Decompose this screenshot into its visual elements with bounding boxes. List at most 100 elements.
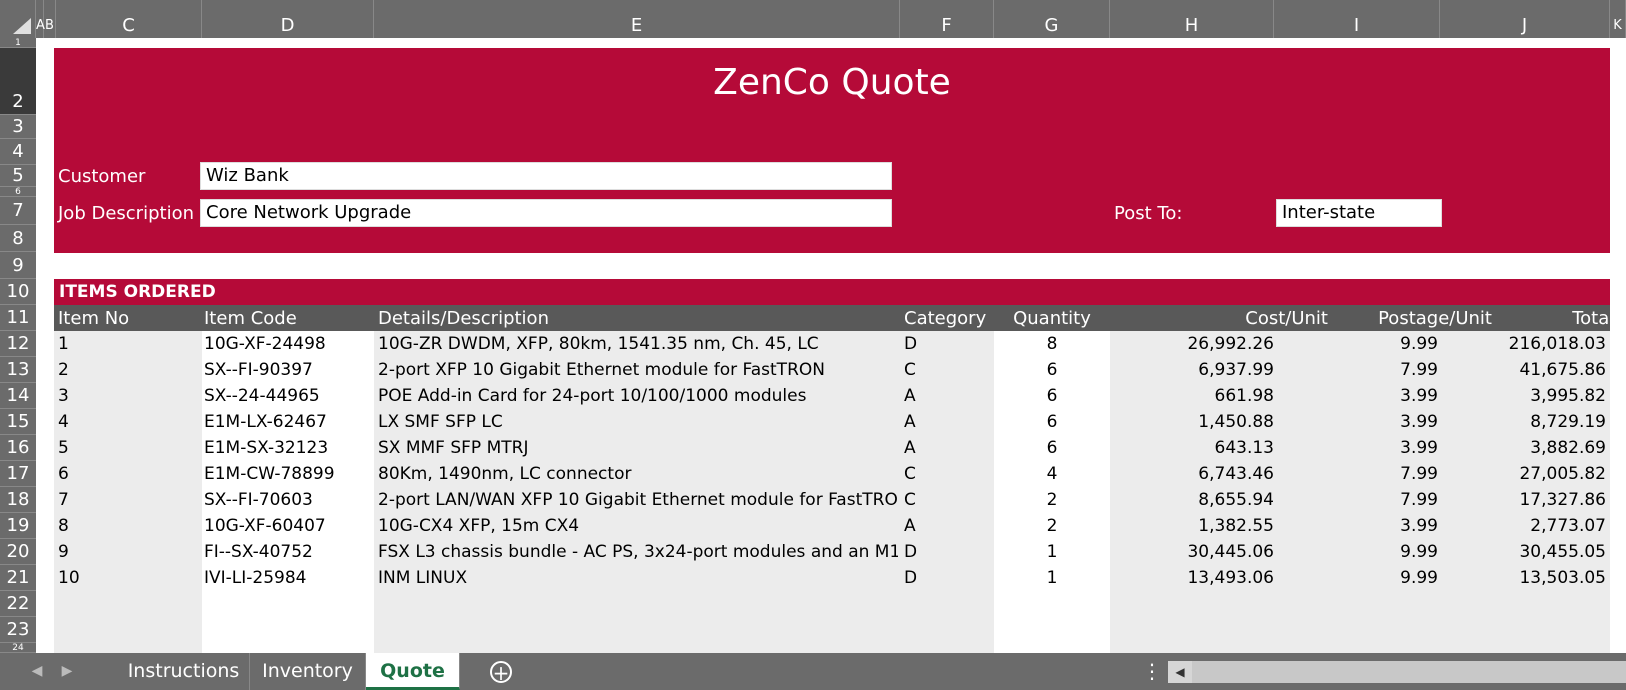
item-category[interactable]: A — [904, 513, 992, 539]
item-description[interactable]: 2-port XFP 10 Gigabit Ethernet module fo… — [378, 357, 898, 383]
item-quantity[interactable]: 6 — [994, 357, 1110, 383]
item-description[interactable]: LX SMF SFP LC — [378, 409, 898, 435]
item-code[interactable]: 10G-XF-24498 — [204, 331, 370, 357]
item-code[interactable]: E1M-LX-62467 — [204, 409, 370, 435]
item-total-cost[interactable]: 3,995.82 — [1440, 383, 1606, 409]
item-total-cost[interactable]: 13,503.05 — [1440, 565, 1606, 591]
column-header-h[interactable]: H — [1110, 0, 1274, 38]
row-header-19[interactable]: 19 — [0, 513, 36, 539]
item-cost-unit[interactable]: 661.98 — [1110, 383, 1274, 409]
item-no[interactable]: 8 — [58, 513, 198, 539]
row-header-10[interactable]: 10 — [0, 279, 36, 305]
row-header-5[interactable]: 5 — [0, 165, 36, 187]
item-category[interactable]: C — [904, 487, 992, 513]
item-postage-unit[interactable]: 9.99 — [1276, 565, 1438, 591]
item-total-cost[interactable]: 30,455.05 — [1440, 539, 1606, 565]
tab-instructions[interactable]: Instructions — [118, 653, 250, 690]
item-no[interactable]: 7 — [58, 487, 198, 513]
item-category[interactable]: D — [904, 331, 992, 357]
item-quantity[interactable]: 6 — [994, 409, 1110, 435]
item-cost-unit[interactable]: 1,450.88 — [1110, 409, 1274, 435]
column-header-g[interactable]: G — [994, 0, 1110, 38]
column-header-j[interactable]: J — [1440, 0, 1610, 38]
item-description[interactable]: 10G-ZR DWDM, XFP, 80km, 1541.35 nm, Ch. … — [378, 331, 898, 357]
item-cost-unit[interactable]: 643.13 — [1110, 435, 1274, 461]
column-header-a[interactable]: A — [36, 0, 45, 38]
item-code[interactable]: SX--FI-70603 — [204, 487, 370, 513]
item-quantity[interactable]: 4 — [994, 461, 1110, 487]
item-no[interactable]: 2 — [58, 357, 198, 383]
item-total-cost[interactable]: 27,005.82 — [1440, 461, 1606, 487]
prev-sheet-icon[interactable]: ◀ — [22, 653, 52, 690]
scroll-left-icon[interactable]: ◀ — [1168, 661, 1192, 683]
column-header-c[interactable]: C — [56, 0, 202, 38]
item-no[interactable]: 6 — [58, 461, 198, 487]
item-cost-unit[interactable]: 8,655.94 — [1110, 487, 1274, 513]
item-no[interactable]: 10 — [58, 565, 198, 591]
column-header-i[interactable]: I — [1274, 0, 1440, 38]
item-postage-unit[interactable]: 3.99 — [1276, 435, 1438, 461]
row-header-7[interactable]: 7 — [0, 197, 36, 225]
item-no[interactable]: 5 — [58, 435, 198, 461]
item-postage-unit[interactable]: 3.99 — [1276, 383, 1438, 409]
item-total-cost[interactable]: 2,773.07 — [1440, 513, 1606, 539]
tab-inventory[interactable]: Inventory — [250, 653, 366, 690]
item-code[interactable]: E1M-CW-78899 — [204, 461, 370, 487]
item-no[interactable]: 1 — [58, 331, 198, 357]
item-total-cost[interactable]: 8,729.19 — [1440, 409, 1606, 435]
item-postage-unit[interactable]: 9.99 — [1276, 331, 1438, 357]
add-sheet-icon[interactable]: + — [490, 661, 512, 683]
column-header-b[interactable]: B — [44, 0, 56, 38]
item-quantity[interactable]: 6 — [994, 383, 1110, 409]
item-category[interactable]: D — [904, 565, 992, 591]
row-header-6[interactable]: 6 — [0, 187, 36, 197]
row-header-22[interactable]: 22 — [0, 591, 36, 617]
item-description[interactable]: 2-port LAN/WAN XFP 10 Gigabit Ethernet m… — [378, 487, 898, 513]
item-cost-unit[interactable]: 26,992.26 — [1110, 331, 1274, 357]
item-description[interactable]: 80Km, 1490nm, LC connector — [378, 461, 898, 487]
item-cost-unit[interactable]: 6,743.46 — [1110, 461, 1274, 487]
item-description[interactable]: 10G-CX4 XFP, 15m CX4 — [378, 513, 898, 539]
item-category[interactable]: D — [904, 539, 992, 565]
item-no[interactable]: 4 — [58, 409, 198, 435]
row-header-24[interactable]: 24 — [0, 643, 36, 653]
item-quantity[interactable]: 1 — [994, 565, 1110, 591]
item-cost-unit[interactable]: 6,937.99 — [1110, 357, 1274, 383]
item-cost-unit[interactable]: 30,445.06 — [1110, 539, 1274, 565]
item-no[interactable]: 9 — [58, 539, 198, 565]
row-header-3[interactable]: 3 — [0, 115, 36, 139]
item-category[interactable]: C — [904, 357, 992, 383]
item-no[interactable]: 3 — [58, 383, 198, 409]
row-header-12[interactable]: 12 — [0, 331, 36, 357]
item-quantity[interactable]: 1 — [994, 539, 1110, 565]
item-total-cost[interactable]: 216,018.03 — [1440, 331, 1606, 357]
item-category[interactable]: A — [904, 383, 992, 409]
row-header-20[interactable]: 20 — [0, 539, 36, 565]
column-header-d[interactable]: D — [202, 0, 374, 38]
column-header-e[interactable]: E — [374, 0, 900, 38]
row-header-16[interactable]: 16 — [0, 435, 36, 461]
row-header-4[interactable]: 4 — [0, 139, 36, 165]
row-header-21[interactable]: 21 — [0, 565, 36, 591]
item-postage-unit[interactable]: 7.99 — [1276, 357, 1438, 383]
row-header-23[interactable]: 23 — [0, 617, 36, 643]
item-code[interactable]: FI--SX-40752 — [204, 539, 370, 565]
item-code[interactable]: E1M-SX-32123 — [204, 435, 370, 461]
row-header-11[interactable]: 11 — [0, 305, 36, 331]
item-total-cost[interactable]: 41,675.86 — [1440, 357, 1606, 383]
customer-field[interactable]: Wiz Bank — [200, 162, 892, 190]
item-postage-unit[interactable]: 3.99 — [1276, 409, 1438, 435]
row-header-14[interactable]: 14 — [0, 383, 36, 409]
item-description[interactable]: SX MMF SFP MTRJ — [378, 435, 898, 461]
item-postage-unit[interactable]: 3.99 — [1276, 513, 1438, 539]
row-header-9[interactable]: 9 — [0, 252, 36, 279]
item-code[interactable]: 10G-XF-60407 — [204, 513, 370, 539]
item-description[interactable]: INM LINUX — [378, 565, 898, 591]
more-options-icon[interactable]: ⋮ — [1142, 653, 1162, 690]
item-quantity[interactable]: 2 — [994, 513, 1110, 539]
row-header-2[interactable]: 2 — [0, 48, 36, 115]
item-quantity[interactable]: 8 — [994, 331, 1110, 357]
item-category[interactable]: C — [904, 461, 992, 487]
column-header-f[interactable]: F — [900, 0, 994, 38]
row-header-1[interactable]: 1 — [0, 38, 36, 48]
